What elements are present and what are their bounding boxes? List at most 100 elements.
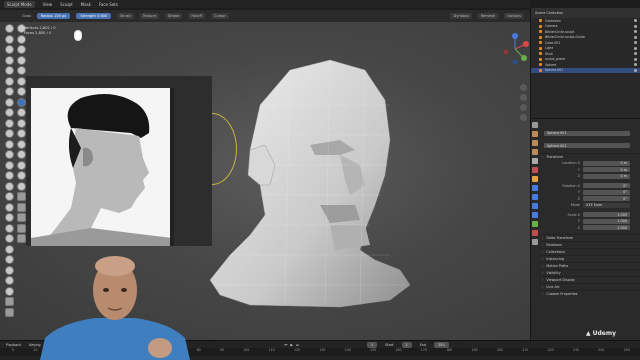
navigation-gizmo[interactable] <box>500 24 530 74</box>
smooth-tool-icon[interactable] <box>5 118 14 128</box>
texture-tab-icon[interactable] <box>531 239 538 245</box>
clay-thumb-tool-icon[interactable] <box>5 66 14 75</box>
box-mask-tool-icon[interactable] <box>17 45 26 54</box>
multiplane-scrape-tool-icon[interactable] <box>5 160 14 170</box>
strength-field[interactable]: Strength 0.600 <box>76 13 112 19</box>
mode-selector[interactable]: Sculpt Mode <box>4 0 35 8</box>
snake-hook-tool-icon[interactable] <box>5 202 14 212</box>
object-tab-icon[interactable] <box>531 176 538 182</box>
tool-tab-icon[interactable] <box>531 122 538 128</box>
rotate-transform-tool-icon[interactable] <box>17 202 26 212</box>
play-icon[interactable]: ▶ <box>290 343 293 347</box>
motion-paths-section[interactable]: Motion Paths <box>540 262 640 269</box>
pose-tool-icon[interactable] <box>5 223 14 233</box>
visibility-eye-icon[interactable] <box>634 57 637 61</box>
radius-field[interactable]: Radius 104 px <box>36 13 71 19</box>
edit-face-set-tool-icon[interactable] <box>17 171 26 180</box>
options-dropdown[interactable]: Options <box>504 13 524 19</box>
scrape-tool-icon[interactable] <box>5 150 14 159</box>
rotation-x-field[interactable]: 0° <box>583 183 630 189</box>
texture-dropdown[interactable]: Texture <box>139 13 159 19</box>
visibility-eye-icon[interactable] <box>634 24 637 28</box>
view-layer-tab-icon[interactable] <box>531 149 538 155</box>
instancing-section[interactable]: Instancing <box>540 255 640 262</box>
relations-section[interactable]: Relations <box>540 241 640 248</box>
cloth-filter-tool-icon[interactable] <box>17 150 26 159</box>
line-art-section[interactable]: Line Art <box>540 283 640 290</box>
visibility-section[interactable]: Visibility <box>540 269 640 276</box>
scale-tool-icon[interactable] <box>17 213 26 222</box>
slide-relax-tool-icon[interactable] <box>5 255 14 264</box>
menu-view[interactable]: View <box>43 2 53 7</box>
box-hide-tool-icon[interactable] <box>17 76 26 86</box>
boundary-tool-icon[interactable] <box>5 265 14 275</box>
draw-face-sets-tool-icon[interactable] <box>5 307 14 317</box>
physics-tab-icon[interactable] <box>531 203 538 209</box>
constraints-tab-icon[interactable] <box>531 212 538 218</box>
scale-y-field[interactable]: 1.000 <box>583 218 630 224</box>
visibility-eye-icon[interactable] <box>634 68 637 72</box>
location-y-field[interactable]: 0 m <box>583 167 630 173</box>
material-tab-icon[interactable] <box>531 230 538 236</box>
inflate-tool-icon[interactable] <box>5 87 14 96</box>
location-z-field[interactable]: 0 m <box>583 173 630 179</box>
line-mask-tool-icon[interactable] <box>17 66 26 75</box>
jump-end-icon[interactable]: ⏭ <box>296 343 299 347</box>
viewport-display-section[interactable]: Viewport Display <box>540 276 640 283</box>
mesh-data-tab-icon[interactable] <box>531 221 538 227</box>
fill-tool-icon[interactable] <box>5 139 14 149</box>
camera-view-icon[interactable] <box>520 104 527 111</box>
pinch-tool-icon[interactable] <box>5 171 14 180</box>
start-frame-field[interactable]: 1 <box>401 341 412 348</box>
location-x-field[interactable]: 0 m <box>583 160 630 166</box>
color-filter-tool-icon[interactable] <box>17 160 26 170</box>
falloff-dropdown[interactable]: Falloff <box>188 13 205 19</box>
data-name-field[interactable]: Sphere.001 <box>544 143 630 149</box>
perspective-grid-icon[interactable] <box>520 114 527 121</box>
rotation-mode-dropdown[interactable]: XYZ Euler <box>583 202 630 208</box>
scale-z-field[interactable]: 1.000 <box>583 225 630 231</box>
layer-tool-icon[interactable] <box>5 76 14 86</box>
mask-tool-icon[interactable] <box>5 297 14 306</box>
mask-by-color-tool-icon[interactable] <box>17 181 26 191</box>
collections-section[interactable]: Collections <box>540 248 640 255</box>
menu-sculpt[interactable]: Sculpt <box>60 2 73 7</box>
crease-tool-icon[interactable] <box>5 108 14 117</box>
delta-transform-section[interactable]: Delta Transform <box>540 234 640 241</box>
render-tab-icon[interactable] <box>531 131 538 137</box>
transform-tool-icon[interactable] <box>17 223 26 233</box>
particles-tab-icon[interactable] <box>531 194 538 200</box>
modifier-wrench-icon[interactable] <box>531 185 538 191</box>
blob-tool-icon[interactable] <box>5 97 14 107</box>
pan-hand-icon[interactable] <box>520 94 527 101</box>
move-tool-icon[interactable] <box>17 192 26 201</box>
visibility-eye-icon[interactable] <box>634 63 637 67</box>
simplify-tool-icon[interactable] <box>5 286 14 296</box>
box-face-set-tool-icon[interactable] <box>17 87 26 96</box>
sculpt-head-mesh[interactable] <box>190 55 460 315</box>
object-name-field[interactable]: Sphere.001 <box>544 130 630 136</box>
line-project-tool-icon[interactable] <box>17 129 26 138</box>
annotate-tool-icon[interactable] <box>17 234 26 243</box>
playback-menu[interactable]: Playback <box>6 343 21 347</box>
menu-mask[interactable]: Mask <box>81 2 91 7</box>
active-grab-tool-icon[interactable] <box>17 97 26 107</box>
keying-menu[interactable]: Keying <box>29 343 40 347</box>
visibility-eye-icon[interactable] <box>634 41 637 45</box>
outliner-item-selected[interactable]: Sphere.001 <box>531 67 640 73</box>
rotate-tool-icon[interactable] <box>5 244 14 254</box>
remesh-dropdown[interactable]: Remesh <box>477 13 499 19</box>
world-tab-icon[interactable] <box>531 167 538 173</box>
visibility-eye-icon[interactable] <box>634 30 637 34</box>
visibility-eye-icon[interactable] <box>634 46 637 50</box>
scale-x-field[interactable]: 1.000 <box>583 212 630 218</box>
thumb-tool-icon[interactable] <box>5 213 14 222</box>
active-tool-name[interactable]: Grab <box>22 14 31 18</box>
rotation-z-field[interactable]: 0° <box>583 196 630 202</box>
scene-tab-icon[interactable] <box>531 158 538 164</box>
lasso-mask-tool-icon[interactable] <box>17 55 26 65</box>
draw-tool-icon[interactable] <box>5 24 14 33</box>
current-frame-field[interactable]: 1 <box>367 341 378 348</box>
visibility-eye-icon[interactable] <box>634 19 637 23</box>
menu-face-sets[interactable]: Face Sets <box>99 2 118 7</box>
